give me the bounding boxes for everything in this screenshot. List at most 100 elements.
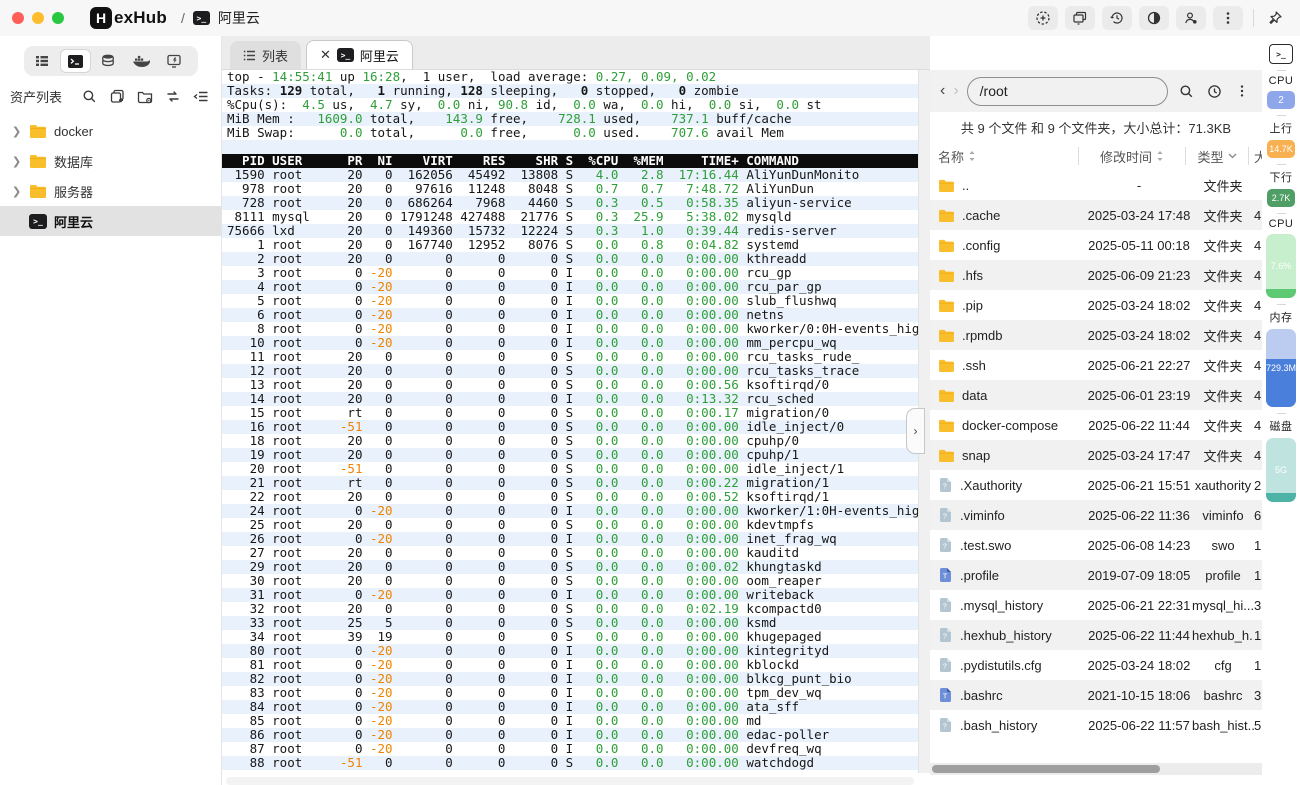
process-row: 14 root 20 0 0 0 0 I 0.0 0.0 0:13.32 rcu… [222,392,918,406]
process-row: 8 root 0 -20 0 0 0 I 0.0 0.0 0:00.00 kwo… [222,322,918,336]
pin-button[interactable] [1264,7,1286,29]
column-mtime[interactable]: 修改时间 [1078,147,1185,165]
close-window-button[interactable] [12,12,24,24]
file-row-.Xauthority[interactable]: ?.Xauthority2025-06-21 15:51xauthority2 [930,470,1262,500]
file-name: ?.Xauthority [938,477,1086,493]
process-row: 978 root 20 0 97616 11248 8048 S 0.7 0.7… [222,182,918,196]
file-type: bash_hist... [1192,718,1254,733]
user-button[interactable] [1176,6,1206,30]
chevron-right-icon[interactable]: ❯ [12,155,22,168]
tree-item-docker[interactable]: ❯docker [0,116,221,146]
terminal-icon: >_ [193,11,210,25]
zoom-window-button[interactable] [52,12,64,24]
file-horizontal-scrollbar[interactable] [930,763,1262,775]
file-mtime: 2019-07-09 18:05 [1086,568,1192,583]
divider [1277,164,1286,165]
file-row-.rpmdb[interactable]: .rpmdb2025-03-24 18:02文件夹4 [930,320,1262,350]
file-mtime: 2025-06-22 11:36 [1086,508,1192,523]
kebab-icon [1235,84,1249,98]
svg-text:?: ? [943,664,947,671]
process-row: 5 root 0 -20 0 0 0 I 0.0 0.0 0:00.00 slu… [222,294,918,308]
file-row-.pip[interactable]: .pip2025-03-24 18:02文件夹4 [930,290,1262,320]
process-row: 25 root 20 0 0 0 0 S 0.0 0.0 0:00.00 kde… [222,518,918,532]
path-input[interactable]: /root [967,77,1168,106]
mode-assets-list[interactable] [27,49,58,73]
terminal-output[interactable]: top - 14:55:41 up 16:28, 1 user, load av… [222,70,918,773]
file-history-button[interactable] [1204,81,1224,101]
file-row-.viminfo[interactable]: ?.viminfo2025-06-22 11:36viminfo6 [930,500,1262,530]
breadcrumb-separator: / [181,10,185,26]
tree-item-数据库[interactable]: ❯数据库 [0,146,221,176]
file-row-.profile[interactable]: T.profile2019-07-09 18:05profile1 [930,560,1262,590]
tree-item-服务器[interactable]: ❯服务器 [0,176,221,206]
forward-button[interactable]: › [953,82,958,100]
console-toggle-button[interactable]: >_ [1269,44,1293,64]
file-type: hexhub_h... [1192,628,1254,643]
mode-terminal[interactable] [60,49,91,73]
panel-expander-handle[interactable]: › [906,408,925,454]
search-button[interactable] [79,86,99,106]
process-row: 81 root 0 -20 0 0 0 I 0.0 0.0 0:00.00 kb… [222,658,918,672]
more-button[interactable] [1213,6,1243,30]
file-row-.ssh[interactable]: .ssh2025-06-21 22:27文件夹4 [930,350,1262,380]
tab-aliyun[interactable]: ✕ >_ 阿里云 [306,40,413,69]
sort-icon[interactable] [968,150,976,162]
mode-docker[interactable] [126,49,157,73]
column-type[interactable]: 类型 [1185,147,1248,165]
process-row: 27 root 20 0 0 0 0 S 0.0 0.0 0:00.00 kau… [222,546,918,560]
chevron-right-icon[interactable]: ❯ [12,185,22,198]
theme-toggle-button[interactable] [1139,6,1169,30]
file-row-.bashrc[interactable]: T.bashrc2021-10-15 18:06bashrc3 [930,680,1262,710]
file-row-snap[interactable]: snap2025-03-24 17:47文件夹4 [930,440,1262,470]
folder-icon [938,299,955,312]
tab-list[interactable]: 列表 [230,41,301,69]
file-name: .hfs [938,268,1086,283]
file-row-.bash_history[interactable]: ?.bash_history2025-06-22 11:57bash_hist.… [930,710,1262,740]
file-row-.hfs[interactable]: .hfs2025-06-09 21:23文件夹4 [930,260,1262,290]
minimize-window-button[interactable] [32,12,44,24]
file-row-docker-compose[interactable]: docker-compose2025-06-22 11:44文件夹4 [930,410,1262,440]
transfer-link-button[interactable] [163,86,183,106]
window-controls[interactable] [12,12,72,24]
file-toolbar: ‹ › /root [930,70,1262,112]
file-row-.pydistutils.cfg[interactable]: ?.pydistutils.cfg2025-03-24 18:02cfg1 [930,650,1262,680]
file-row-.mysql_history[interactable]: ?.mysql_history2025-06-21 22:31mysql_hi.… [930,590,1262,620]
folder-view-icon [137,89,153,104]
file-row-.cache[interactable]: .cache2025-03-24 17:48文件夹4 [930,200,1262,230]
svg-text:?: ? [943,604,947,611]
file-size: 1 [1254,658,1262,673]
sort-icon[interactable] [1156,150,1164,162]
file-search-button[interactable] [1176,81,1196,101]
process-row: 26 root 0 -20 0 0 0 I 0.0 0.0 0:00.00 in… [222,532,918,546]
folder-icon [938,419,955,432]
file-name: .. [938,178,1086,193]
file-row-..[interactable]: ..-文件夹 [930,170,1262,200]
cpu-usage-label: CPU [1269,218,1294,230]
tab-close-icon[interactable]: ✕ [320,47,331,63]
file-row-.hexhub_history[interactable]: ?.hexhub_history2025-06-22 11:44hexhub_h… [930,620,1262,650]
history-button[interactable] [1102,6,1132,30]
folder-view-button[interactable] [135,86,155,106]
terminal-horizontal-scrollbar[interactable] [226,777,914,785]
file-row-.config[interactable]: .config2025-05-11 00:18文件夹4 [930,230,1262,260]
scrollbar-thumb[interactable] [932,765,1160,773]
back-button[interactable]: ‹ [940,82,945,100]
mode-database[interactable] [93,49,124,73]
process-row: 82 root 0 -20 0 0 0 I 0.0 0.0 0:00.00 bl… [222,672,918,686]
toolbar-divider [1253,9,1254,27]
collapse-menu-button[interactable] [191,86,211,106]
chevron-right-icon[interactable]: ❯ [12,125,22,138]
column-name[interactable]: 名称 [930,147,1078,165]
unknown-file-icon: ? [938,477,953,493]
add-circle-button[interactable] [1028,6,1058,30]
file-more-button[interactable] [1232,81,1252,101]
mode-remote-screen[interactable] [159,49,190,73]
file-row-data[interactable]: data2025-06-01 23:19文件夹4 [930,380,1262,410]
displays-button[interactable] [1065,6,1095,30]
file-name: ?.test.swo [938,537,1086,553]
duplicate-add-button[interactable] [107,86,127,106]
tree-item-阿里云[interactable]: >_阿里云 [0,206,221,236]
download-badge: 2.7K [1267,189,1295,207]
file-size: 5 [1254,718,1262,733]
file-row-.test.swo[interactable]: ?.test.swo2025-06-08 14:23swo1 [930,530,1262,560]
